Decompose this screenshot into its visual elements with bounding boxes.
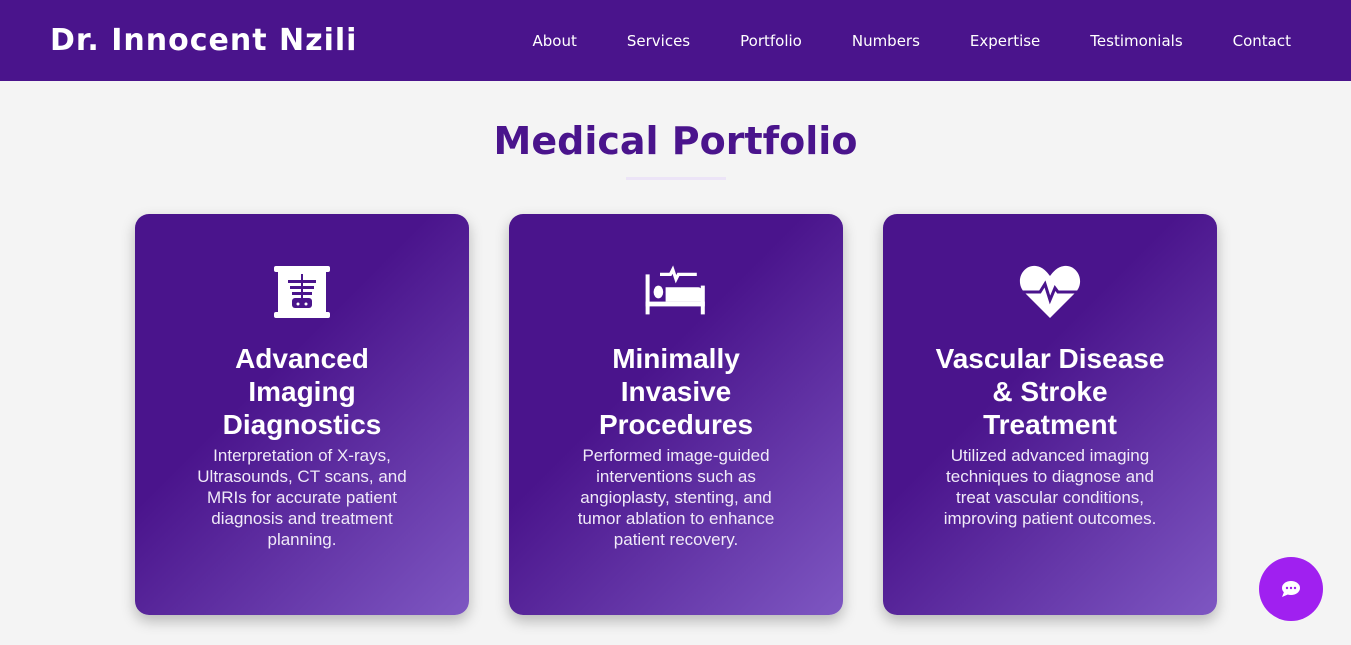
portfolio-card: Advanced Imaging Diagnostics Interpretat… [135, 214, 469, 615]
heartbeat-icon [1019, 265, 1081, 318]
nav-expertise[interactable]: Expertise [970, 32, 1040, 50]
nav-about[interactable]: About [533, 32, 577, 50]
card-description: Interpretation of X-rays, Ultrasounds, C… [197, 446, 407, 549]
card-title: Advanced Imaging Diagnostics [222, 343, 382, 440]
title-divider [625, 177, 726, 180]
nav-contact[interactable]: Contact [1233, 32, 1291, 50]
portfolio-card: Minimally Invasive Procedures Performed … [509, 214, 843, 615]
procedures-bed-icon [645, 265, 705, 315]
nav-services[interactable]: Services [627, 32, 690, 50]
portfolio-card: Vascular Disease & Stroke Treatment Util… [883, 214, 1217, 615]
chat-icon [1282, 581, 1300, 597]
nav-numbers[interactable]: Numbers [852, 32, 920, 50]
site-header: Dr. Innocent Nzili About Services Portfo… [0, 0, 1351, 81]
card-title: Vascular Disease & Stroke Treatment [935, 343, 1165, 440]
section-title: Medical Portfolio [493, 119, 858, 163]
nav-testimonials[interactable]: Testimonials [1090, 32, 1182, 50]
card-description: Performed image-guided interventions suc… [577, 446, 775, 549]
nav-portfolio[interactable]: Portfolio [740, 32, 802, 50]
chat-button[interactable] [1259, 557, 1323, 621]
x-ray-icon [274, 266, 330, 318]
main-nav: About Services Portfolio Numbers Experti… [483, 32, 1292, 50]
portfolio-cards: Advanced Imaging Diagnostics Interpretat… [135, 214, 1217, 615]
card-title: Minimally Invasive Procedures [598, 343, 754, 440]
site-logo[interactable]: Dr. Innocent Nzili [50, 23, 357, 58]
card-description: Utilized advanced imaging techniques to … [943, 446, 1157, 528]
